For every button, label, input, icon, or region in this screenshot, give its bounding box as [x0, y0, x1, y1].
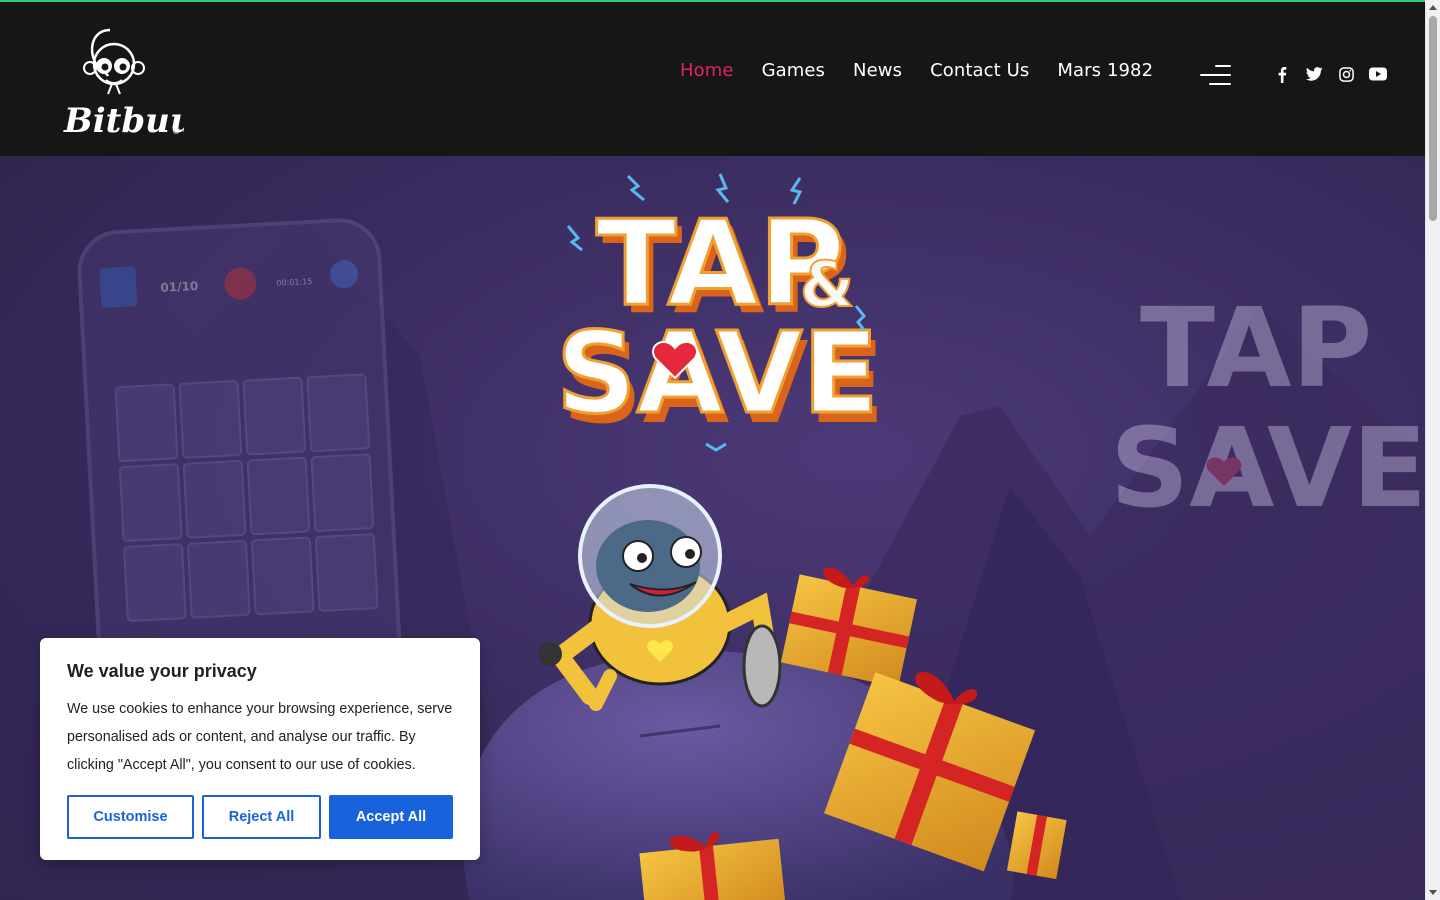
cookie-consent-banner: We value your privacy We use cookies to …: [40, 638, 480, 860]
accept-all-button[interactable]: Accept All: [329, 795, 453, 839]
tap-save-logo-faded: TAP SAVE: [1110, 284, 1425, 532]
vertical-scrollbar[interactable]: [1425, 0, 1440, 900]
cookie-title: We value your privacy: [67, 661, 257, 681]
site-header: Bitbuu ® Home Games News Contact Us Mars…: [0, 2, 1425, 156]
reject-all-button[interactable]: Reject All: [202, 795, 321, 839]
scroll-thumb[interactable]: [1429, 16, 1437, 221]
svg-text:SAVE: SAVE: [1110, 404, 1425, 532]
instagram-icon[interactable]: [1336, 64, 1356, 84]
bitbuu-logo[interactable]: Bitbuu ®: [62, 20, 195, 141]
cookie-description: We use cookies to enhance your browsing …: [67, 701, 453, 773]
nav-games[interactable]: Games: [762, 60, 825, 81]
svg-text:®: ®: [172, 127, 180, 136]
scroll-up-arrow-icon[interactable]: [1429, 5, 1437, 10]
logo-wordmark: Bitbuu: [63, 101, 184, 138]
svg-text:00:01:15: 00:01:15: [276, 277, 312, 288]
nav-news[interactable]: News: [853, 60, 902, 81]
customise-button[interactable]: Customise: [67, 795, 194, 839]
main-nav: Home Games News Contact Us Mars 1982: [680, 60, 1181, 81]
svg-text:TAP: TAP: [1140, 284, 1372, 412]
nav-contact-us[interactable]: Contact Us: [930, 60, 1029, 81]
social-links: [1272, 64, 1388, 84]
youtube-icon[interactable]: [1368, 64, 1388, 84]
nav-mars-1982[interactable]: Mars 1982: [1057, 60, 1153, 81]
scroll-down-arrow-icon[interactable]: [1429, 890, 1437, 895]
astronaut-character: [538, 484, 782, 711]
svg-text:01/10: 01/10: [160, 279, 198, 295]
svg-text:SAVE: SAVE: [556, 309, 879, 439]
hamburger-menu-icon[interactable]: [1200, 65, 1231, 87]
tap-save-game-logo: TAP TAP & SAVE SAVE: [555, 173, 885, 452]
nav-home[interactable]: Home: [680, 60, 734, 81]
twitter-icon[interactable]: [1304, 64, 1324, 84]
facebook-icon[interactable]: [1272, 64, 1292, 84]
